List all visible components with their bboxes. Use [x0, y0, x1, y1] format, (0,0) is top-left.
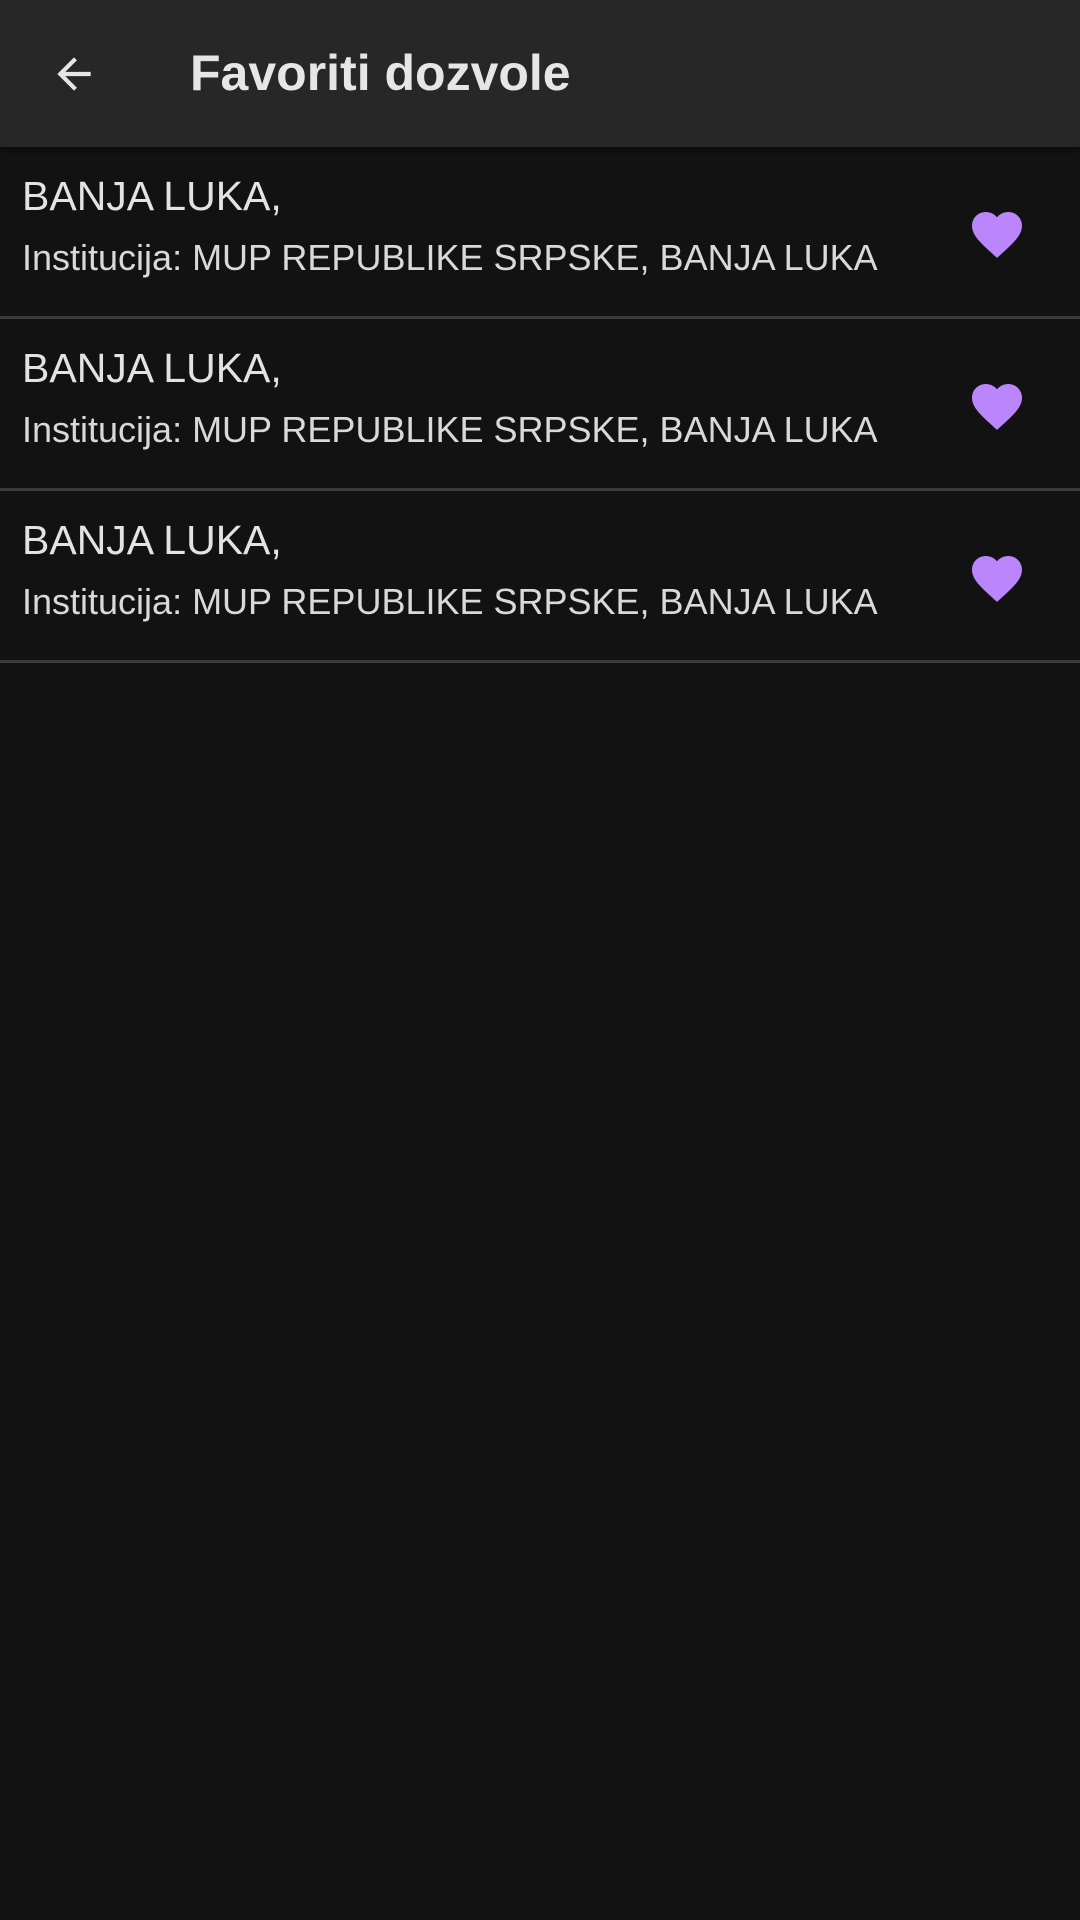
- top-app-bar: Favoriti dozvole: [0, 0, 1080, 147]
- list-item[interactable]: BANJA LUKA, Institucija: MUP REPUBLIKE S…: [0, 319, 1080, 491]
- item-title: BANJA LUKA,: [22, 345, 282, 391]
- page-title: Favoriti dozvole: [190, 45, 571, 101]
- list-item[interactable]: BANJA LUKA, Institucija: MUP REPUBLIKE S…: [0, 147, 1080, 319]
- item-title: BANJA LUKA,: [22, 173, 282, 219]
- heart-filled-icon: [972, 212, 1022, 258]
- item-title: BANJA LUKA,: [22, 517, 282, 563]
- arrow-left-icon: [57, 57, 91, 91]
- favorites-list: BANJA LUKA, Institucija: MUP REPUBLIKE S…: [0, 147, 1080, 663]
- app-screen: Favoriti dozvole BANJA LUKA, Institucija…: [0, 0, 1080, 1920]
- back-button[interactable]: [30, 30, 118, 118]
- favorite-toggle-button[interactable]: [954, 533, 1040, 619]
- item-subtitle: Institucija: MUP REPUBLIKE SRPSKE, BANJA…: [22, 237, 878, 278]
- list-item[interactable]: BANJA LUKA, Institucija: MUP REPUBLIKE S…: [0, 491, 1080, 663]
- favorite-toggle-button[interactable]: [954, 361, 1040, 447]
- item-subtitle: Institucija: MUP REPUBLIKE SRPSKE, BANJA…: [22, 581, 878, 622]
- heart-filled-icon: [972, 384, 1022, 430]
- item-subtitle: Institucija: MUP REPUBLIKE SRPSKE, BANJA…: [22, 409, 878, 450]
- favorite-toggle-button[interactable]: [954, 189, 1040, 275]
- heart-filled-icon: [972, 556, 1022, 602]
